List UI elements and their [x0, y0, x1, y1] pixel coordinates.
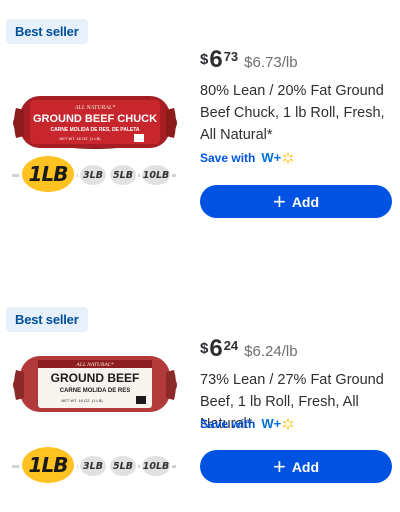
walmart-plus-text: W+ [261, 416, 282, 431]
package-top-text: ALL NATURAL* [74, 105, 116, 111]
product-image[interactable]: ALL NATURAL* GROUND BEEF CARNE MOLIDA DE… [10, 340, 180, 420]
size-option-selected[interactable]: 1LB [22, 447, 74, 483]
spark-icon [283, 418, 294, 429]
size-option-10lb[interactable]: 10LB [142, 456, 170, 476]
package-name: GROUND BEEF CHUCK [33, 113, 157, 125]
size-selector: 3LB 5LB 10LB 1LB [4, 445, 194, 485]
price-cents: 73 [223, 49, 239, 64]
plus-icon: + [272, 188, 286, 214]
size-option-selected[interactable]: 1LB [22, 156, 74, 192]
size-option-5lb[interactable]: 5LB [110, 165, 136, 185]
package-top-text: ALL NATURAL* [75, 362, 113, 368]
product-card[interactable]: Best seller ALL NATURAL* GROUND BEEF CHU… [0, 0, 400, 268]
walmart-plus-text: W+ [261, 150, 282, 165]
price-dollars: 6 [209, 335, 223, 362]
price-currency: $ [200, 51, 209, 68]
save-with-walmart-plus[interactable]: Save with W+ [200, 416, 294, 431]
plus-icon: + [272, 453, 286, 479]
best-seller-badge: Best seller [6, 19, 88, 44]
size-option-3lb[interactable]: 3LB [80, 165, 106, 185]
price: $ 6 24 $6.24/lb [200, 337, 298, 361]
price-dollars: 6 [209, 46, 223, 73]
size-option-5lb[interactable]: 5LB [110, 456, 136, 476]
product-title[interactable]: 80% Lean / 20% Fat Ground Beef Chuck, 1 … [200, 80, 392, 146]
save-with-walmart-plus[interactable]: Save with W+ [200, 150, 294, 165]
save-with-label: Save with [200, 150, 256, 165]
walmart-plus-logo: W+ [261, 150, 294, 165]
package-name: GROUND BEEF [51, 371, 140, 385]
product-card[interactable]: Best seller ALL NATURAL* GROUND BEEF CAR… [0, 288, 400, 512]
add-button-label: Add [291, 458, 320, 475]
size-option-3lb[interactable]: 3LB [80, 456, 106, 476]
package-sub: CARNE MOLIDA DE RES, DE PALETA [50, 127, 139, 133]
best-seller-badge: Best seller [6, 307, 88, 332]
add-to-cart-button[interactable]: + Add [200, 185, 392, 218]
price-cents: 24 [223, 338, 239, 353]
unit-price: $6.24/lb [244, 343, 298, 360]
price: $ 6 73 $6.73/lb [200, 48, 298, 72]
package-weight: NET WT. 16 OZ. (1 LB) [59, 136, 101, 141]
price-currency: $ [200, 340, 209, 357]
package-weight: NET WT. 16 OZ. (1 LB) [61, 398, 103, 403]
package-sub: CARNE MOLIDA DE RES [60, 388, 130, 394]
unit-price: $6.73/lb [244, 54, 298, 71]
product-image[interactable]: ALL NATURAL* GROUND BEEF CHUCK CARNE MOL… [10, 78, 180, 158]
size-selector: 3LB 5LB 10LB 1LB [4, 154, 194, 194]
size-option-10lb[interactable]: 10LB [142, 165, 170, 185]
spark-icon [283, 152, 294, 163]
add-to-cart-button[interactable]: + Add [200, 450, 392, 483]
add-button-label: Add [291, 193, 320, 210]
walmart-plus-logo: W+ [261, 416, 294, 431]
save-with-label: Save with [200, 416, 256, 431]
